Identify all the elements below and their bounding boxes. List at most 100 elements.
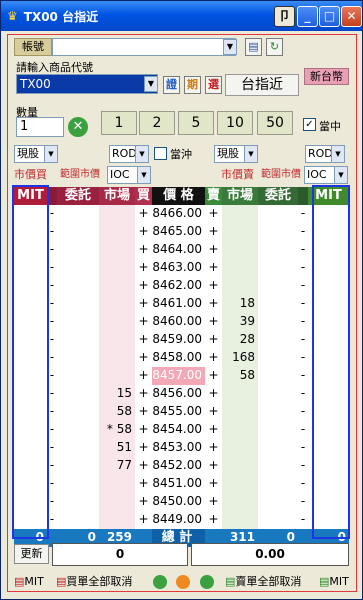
cell-se[interactable] (258, 457, 298, 475)
cell-sm[interactable] (222, 259, 258, 277)
cell-sm[interactable] (222, 511, 258, 529)
cell-sm[interactable] (222, 223, 258, 241)
account-input[interactable] (52, 38, 236, 56)
left-tif-select[interactable]: IOC ▼ (107, 166, 151, 184)
cell-se[interactable] (258, 277, 298, 295)
cell-be[interactable] (57, 223, 99, 241)
cell-sm[interactable] (222, 457, 258, 475)
cell-sm[interactable] (222, 475, 258, 493)
cell-se[interactable] (258, 385, 298, 403)
close-button[interactable]: ✕ (341, 6, 362, 27)
cell-sm[interactable] (222, 385, 258, 403)
cell-be[interactable] (57, 313, 99, 331)
qty-button-5[interactable]: 5 (178, 111, 214, 135)
cell-se[interactable] (258, 331, 298, 349)
cell-be[interactable] (57, 439, 99, 457)
cell-se[interactable] (258, 295, 298, 313)
left-market-buy-tag[interactable]: 市價買 (14, 167, 47, 183)
cell-bm[interactable] (99, 349, 135, 367)
cell-be[interactable] (57, 205, 99, 223)
qty-button-2[interactable]: 2 (139, 111, 175, 135)
futures-button[interactable]: 期 (184, 76, 201, 94)
center-checkbox[interactable]: ✓ (303, 118, 316, 131)
cell-sm[interactable] (222, 205, 258, 223)
cell-be[interactable] (57, 475, 99, 493)
cell-be[interactable] (57, 241, 99, 259)
right-tif-select[interactable]: IOC ▼ (304, 166, 348, 184)
cell-bm[interactable] (99, 205, 135, 223)
qty-button-10[interactable]: 10 (217, 111, 253, 135)
cell-se[interactable] (258, 475, 298, 493)
cell-be[interactable] (57, 331, 99, 349)
cell-bm[interactable] (99, 295, 135, 313)
cell-se[interactable] (258, 493, 298, 511)
down-button[interactable] (200, 573, 216, 593)
cell-sm[interactable] (222, 439, 258, 457)
cell-bm[interactable]: 58 (99, 403, 135, 421)
left-type-select[interactable]: ROD ▼ (109, 145, 149, 163)
cell-sm[interactable] (222, 421, 258, 439)
cell-be[interactable] (57, 457, 99, 475)
cell-bm[interactable] (99, 367, 135, 385)
qty-button-1[interactable]: 1 (101, 111, 137, 135)
cell-se[interactable] (258, 367, 298, 385)
maximize-button[interactable]: □ (319, 6, 340, 27)
cell-bm[interactable] (99, 511, 135, 529)
account-dropdown-arrow[interactable]: ▼ (223, 39, 237, 55)
cell-sm[interactable] (222, 403, 258, 421)
cell-se[interactable] (258, 421, 298, 439)
cell-se[interactable] (258, 205, 298, 223)
cell-be[interactable] (57, 385, 99, 403)
cell-bm[interactable] (99, 475, 135, 493)
mit-left-button[interactable]: ▤MIT (14, 573, 44, 593)
cell-be[interactable] (57, 511, 99, 529)
cell-bm[interactable]: 15 (99, 385, 135, 403)
cell-sm[interactable] (222, 493, 258, 511)
account-button[interactable]: 帳號 (14, 38, 52, 56)
clipboard-icon[interactable]: ▤ (245, 38, 262, 56)
stock-button[interactable]: 證 (163, 76, 180, 94)
mit-right-button[interactable]: ▤MIT (319, 573, 349, 593)
cell-se[interactable] (258, 349, 298, 367)
cell-be[interactable] (57, 367, 99, 385)
cell-be[interactable] (57, 421, 99, 439)
right-type-select[interactable]: ROD ▼ (305, 145, 345, 163)
cell-bm[interactable] (99, 277, 135, 295)
product-code-input[interactable]: TX00 (16, 74, 158, 94)
cell-bm[interactable]: 51 (99, 439, 135, 457)
left-range-market-tag[interactable]: 範圍市價 (60, 167, 100, 183)
cell-sm[interactable]: 28 (222, 331, 258, 349)
cell-be[interactable] (57, 295, 99, 313)
minimize-button[interactable]: _ (297, 6, 318, 27)
cell-be[interactable] (57, 349, 99, 367)
cell-sm[interactable]: 39 (222, 313, 258, 331)
clear-icon[interactable]: ✕ (68, 117, 88, 137)
left-cond-select[interactable]: 現股 ▼ (14, 145, 58, 163)
cell-sm[interactable]: 168 (222, 349, 258, 367)
qty-input[interactable]: 1 (16, 117, 64, 137)
refresh-button[interactable]: 更新 (14, 544, 49, 564)
pin-button[interactable]: 卩 (274, 6, 295, 27)
cell-sm[interactable] (222, 277, 258, 295)
up-button[interactable] (153, 573, 169, 593)
cell-be[interactable] (57, 493, 99, 511)
cell-se[interactable] (258, 439, 298, 457)
qty-button-50[interactable]: 50 (257, 111, 293, 135)
cell-be[interactable] (57, 277, 99, 295)
sell-cancel-all-button[interactable]: ▤賣單全部取消 (225, 573, 301, 593)
product-dropdown-arrow[interactable]: ▼ (144, 76, 158, 92)
cell-sm[interactable]: 18 (222, 295, 258, 313)
right-range-market-tag[interactable]: 範圍市價 (261, 167, 301, 183)
cell-bm[interactable] (99, 259, 135, 277)
cell-se[interactable] (258, 241, 298, 259)
options-button[interactable]: 選 (205, 76, 222, 94)
cell-bm[interactable]: * 58 (99, 421, 135, 439)
cell-se[interactable] (258, 403, 298, 421)
cell-bm[interactable]: 77 (99, 457, 135, 475)
cell-se[interactable] (258, 313, 298, 331)
cell-be[interactable] (57, 259, 99, 277)
cell-bm[interactable] (99, 223, 135, 241)
cell-sm[interactable]: 58 (222, 367, 258, 385)
right-cond-select[interactable]: 現股 ▼ (214, 145, 258, 163)
center-button[interactable] (176, 573, 192, 593)
